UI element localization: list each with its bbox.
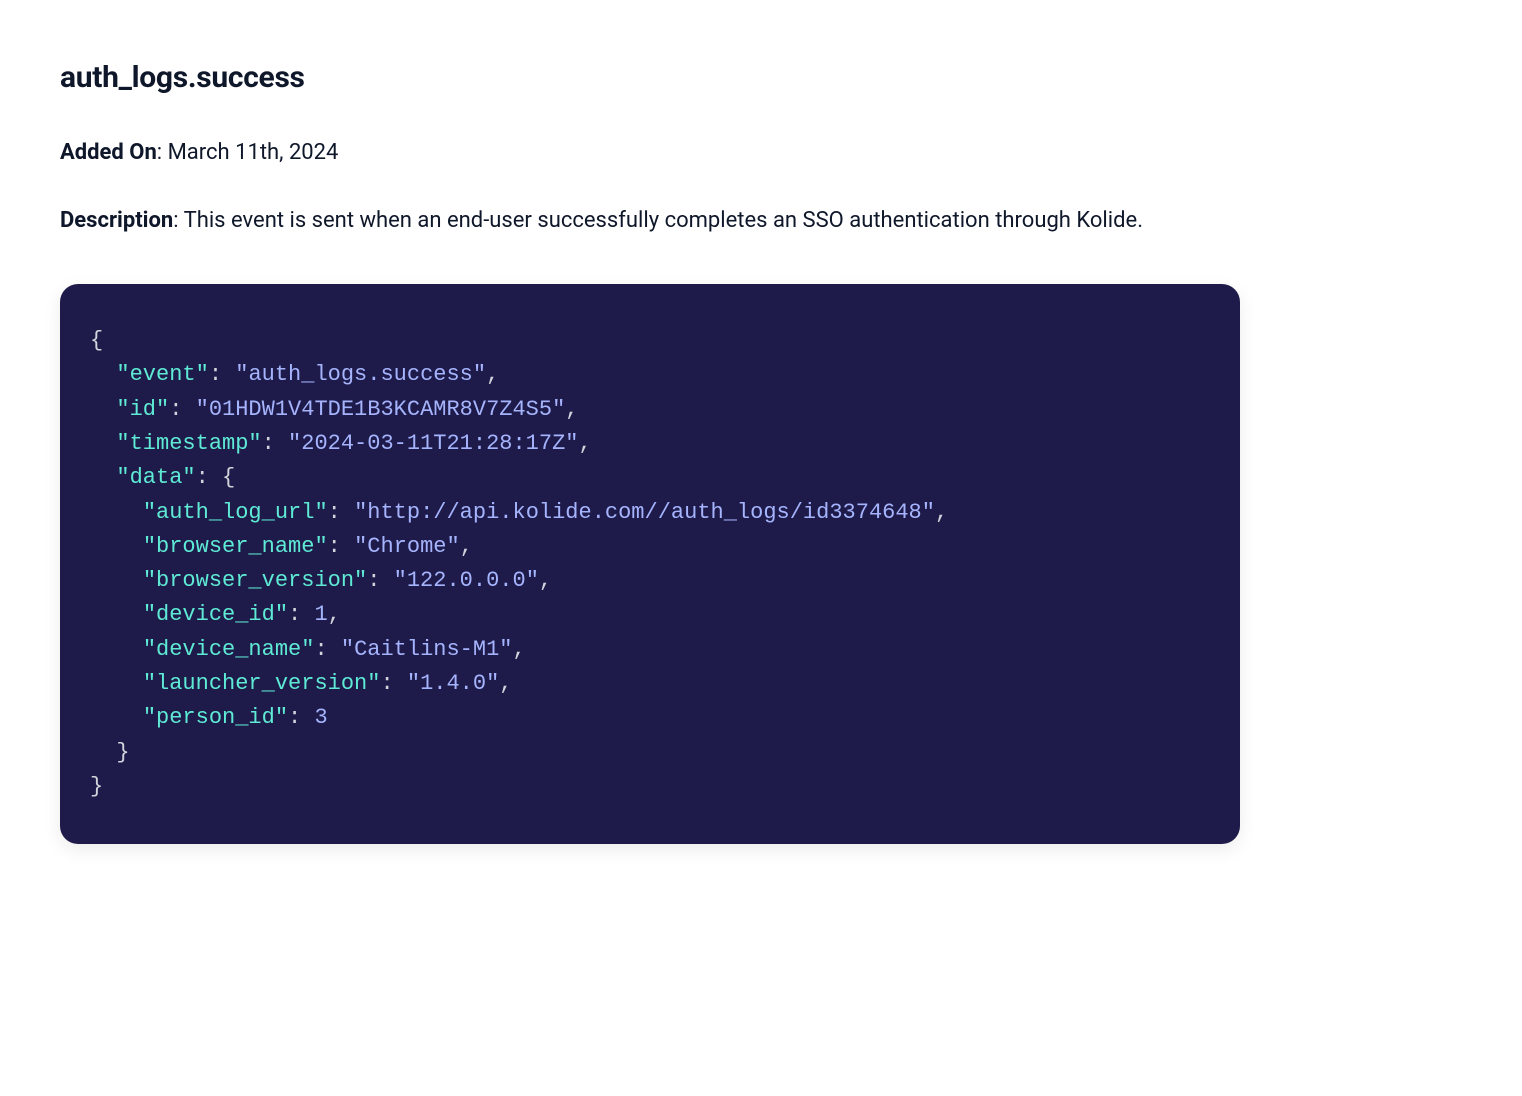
code-launcher-version-value: 1.4.0 (420, 671, 486, 696)
description-line: Description: This event is sent when an … (60, 200, 1240, 242)
code-browser-name-value: Chrome (367, 534, 446, 559)
added-on-label: Added On (60, 140, 157, 165)
page-title: auth_logs.success (60, 60, 1240, 95)
added-on-value: March 11th, 2024 (168, 140, 339, 165)
document-content: auth_logs.success Added On: March 11th, … (60, 60, 1240, 844)
added-on-line: Added On: March 11th, 2024 (60, 135, 1240, 170)
added-on-colon: : (157, 140, 168, 165)
code-timestamp-value: 2024-03-11T21:28:17Z (301, 431, 565, 456)
code-browser-version-value: 122.0.0.0 (407, 568, 526, 593)
description-colon: : (173, 208, 183, 233)
code-auth-log-url-value: http://api.kolide.com//auth_logs/id33746… (367, 500, 922, 525)
description-label: Description (60, 208, 173, 233)
code-id-value: 01HDW1V4TDE1B3KCAMR8V7Z4S5 (209, 397, 552, 422)
code-sample: { "event": "auth_logs.success", "id": "0… (60, 284, 1240, 844)
code-device-id-value: 1 (314, 602, 327, 627)
code-device-name-value: Caitlins-M1 (354, 637, 499, 662)
code-person-id-value: 3 (314, 705, 327, 730)
description-value: This event is sent when an end-user succ… (184, 208, 1143, 233)
code-event-value: auth_logs.success (248, 362, 472, 387)
